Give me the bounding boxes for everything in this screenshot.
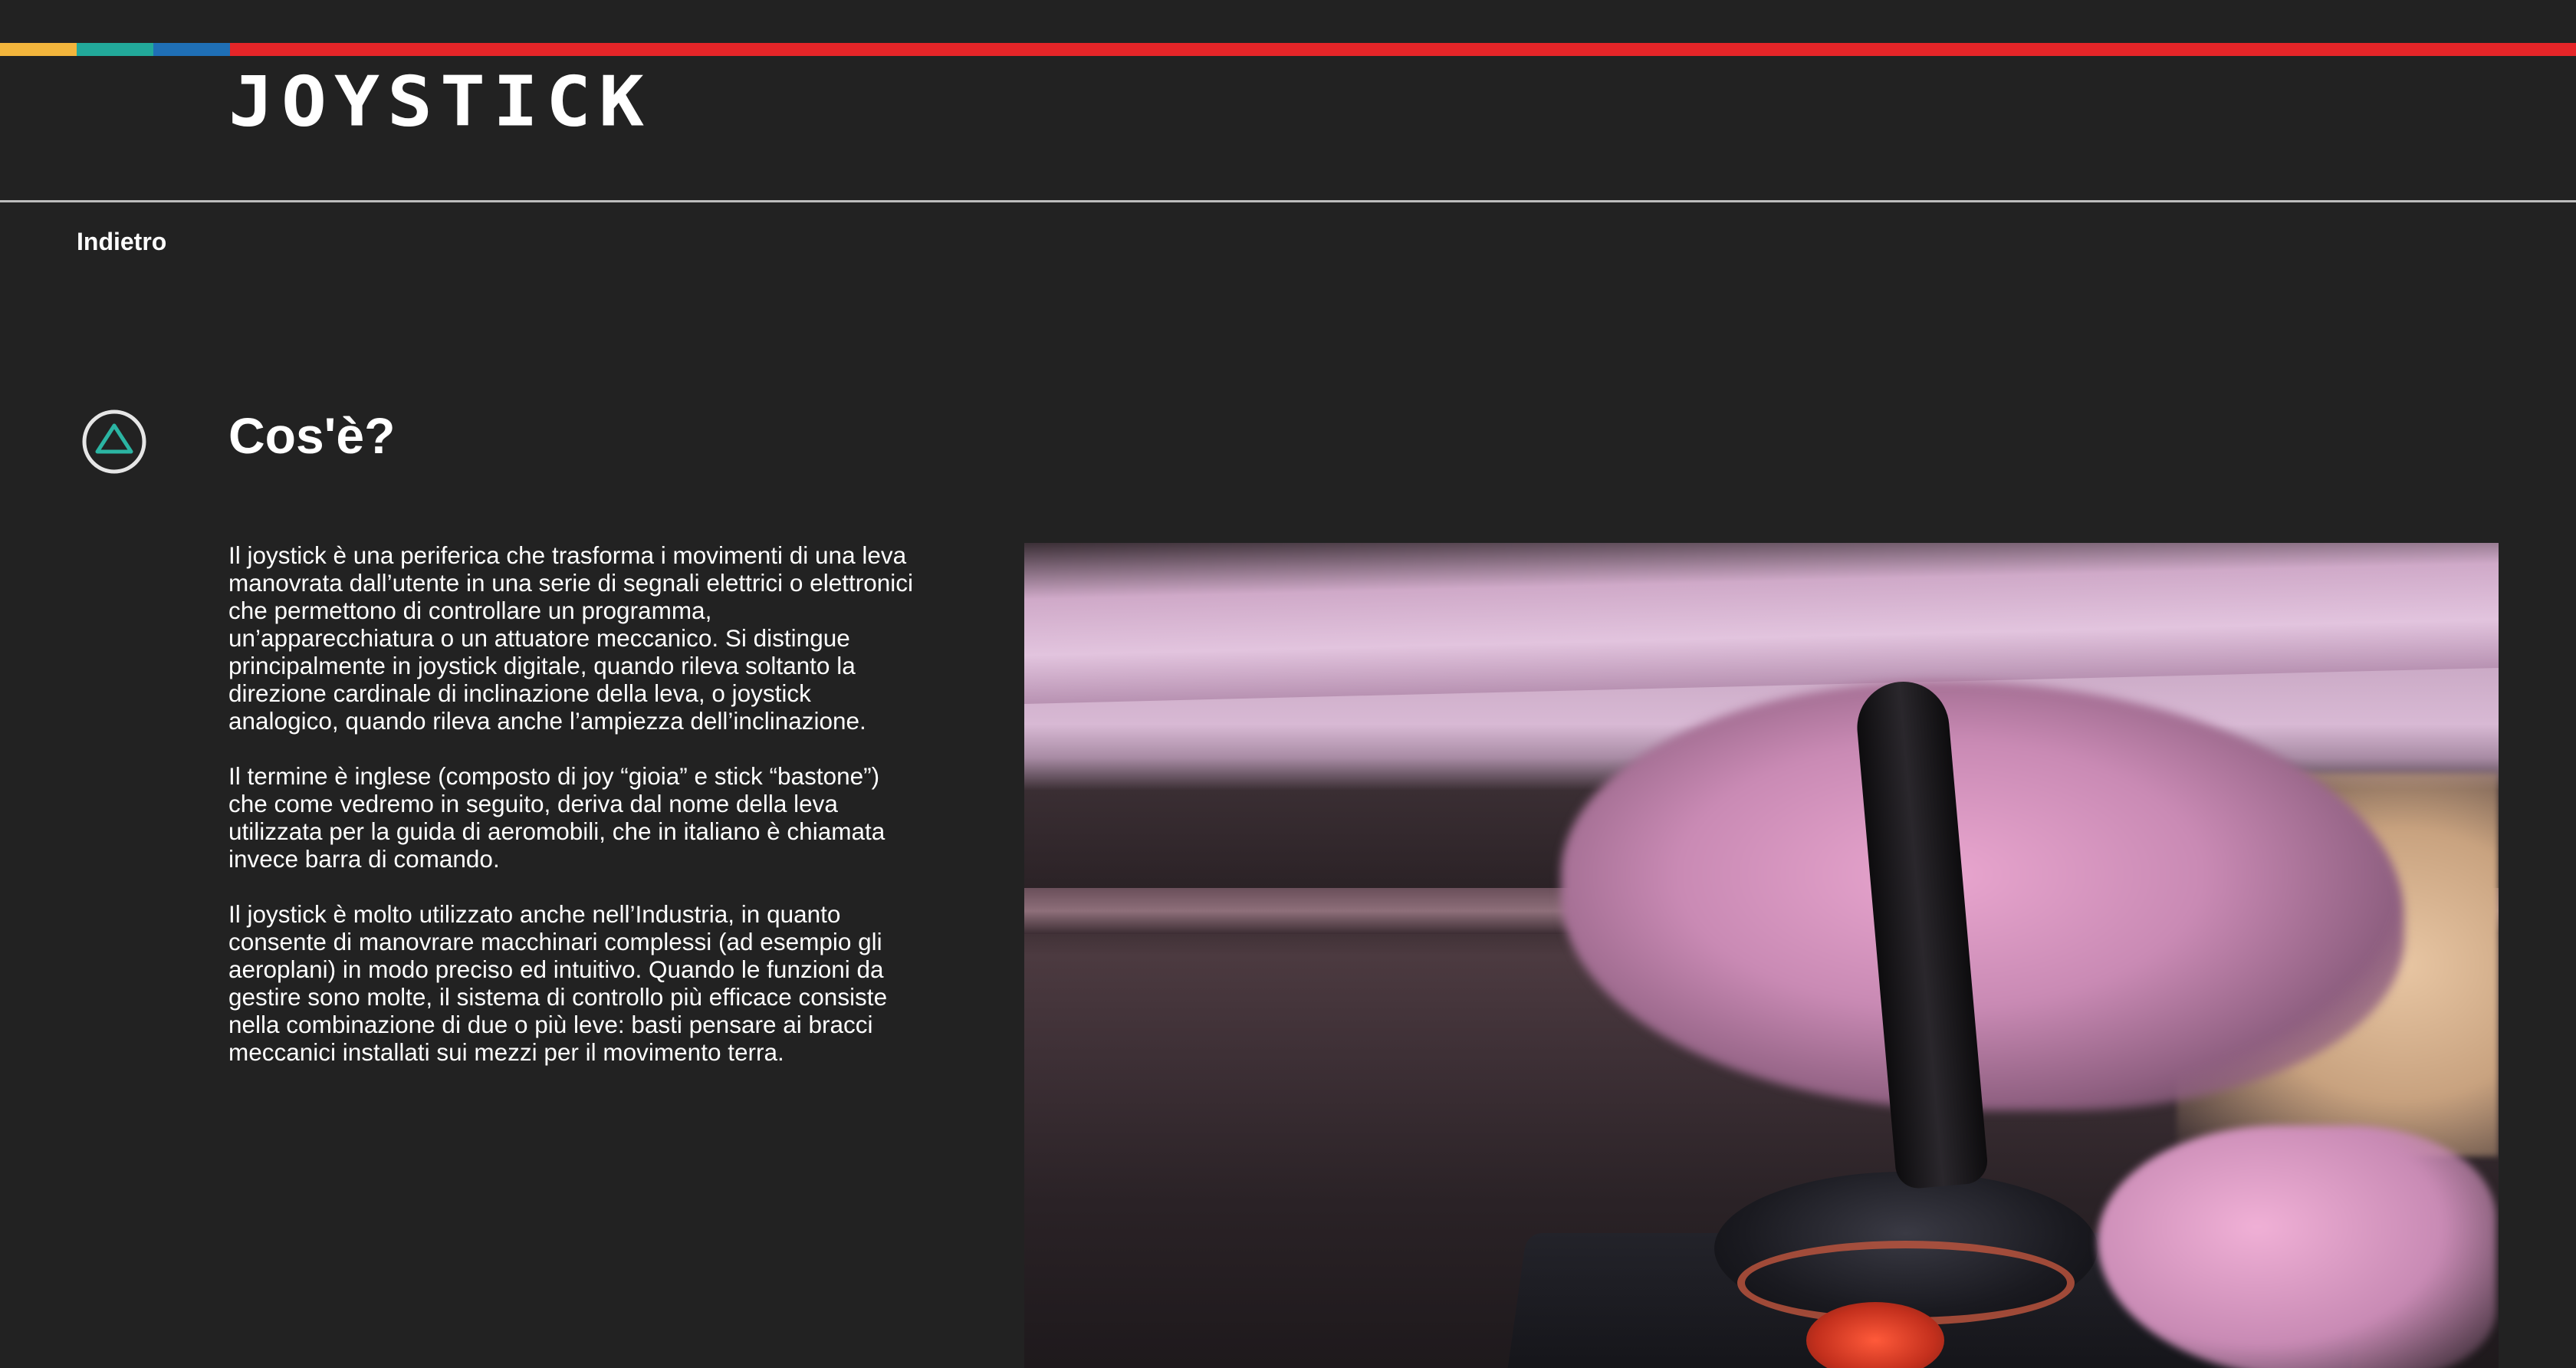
page: JOYSTICK Indietro Cos'è? Il joystick è u… — [0, 0, 2576, 1368]
triangle-icon — [82, 409, 146, 474]
stripe-blue — [153, 43, 230, 56]
site-logo[interactable]: JOYSTICK — [228, 67, 652, 136]
paragraph-etymology: Il termine è inglese (composto di joy “g… — [228, 762, 886, 873]
paragraph-industry: Il joystick è molto utilizzato anche nel… — [228, 900, 888, 1066]
stripe-teal — [77, 43, 153, 56]
section-title: Cos'è? — [228, 407, 396, 464]
brand-color-stripe — [0, 43, 2576, 56]
stripe-red — [230, 43, 2576, 56]
section-body: Il joystick è una periferica che trasfor… — [228, 541, 918, 1093]
paragraph-definition: Il joystick è una periferica che trasfor… — [228, 541, 913, 735]
stripe-yellow — [0, 43, 77, 56]
back-link[interactable]: Indietro — [77, 228, 166, 256]
header-divider — [0, 200, 2576, 202]
joystick-video[interactable] — [1024, 543, 2499, 1368]
